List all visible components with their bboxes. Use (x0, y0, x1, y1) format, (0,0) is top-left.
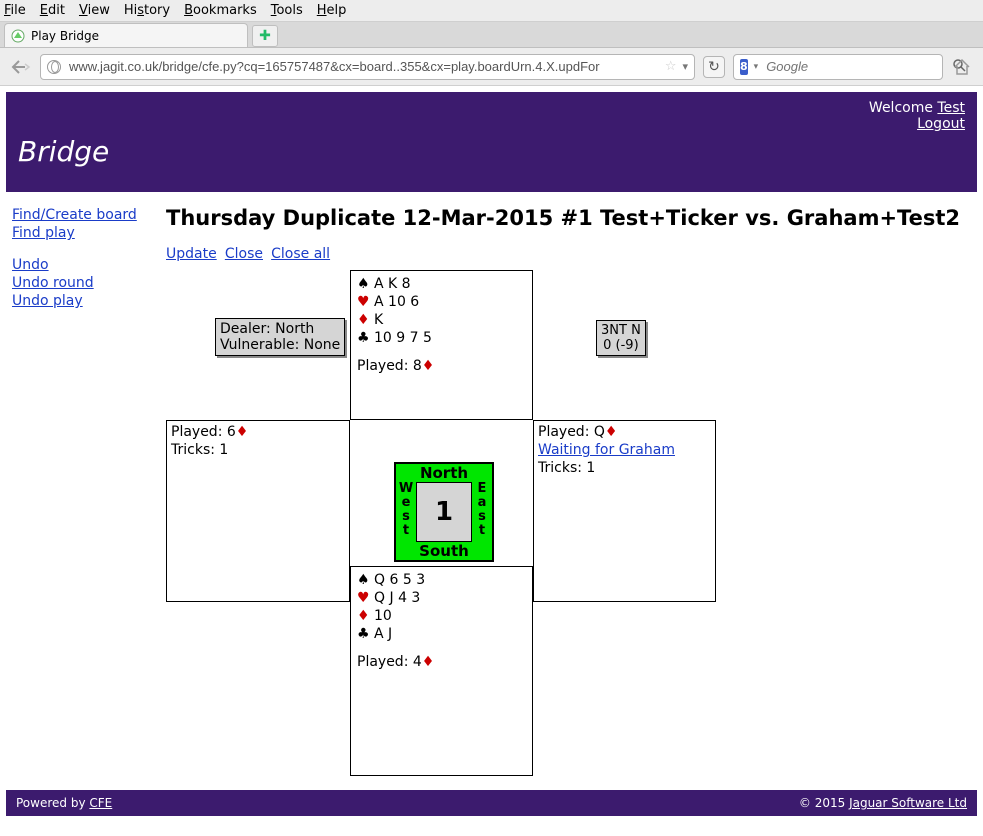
board-area: Dealer: North Vulnerable: None 3NT N 0 (… (166, 270, 946, 780)
action-update[interactable]: Update (166, 246, 217, 262)
tab-play-bridge[interactable]: Play Bridge (4, 23, 248, 47)
sidebar-undo-round[interactable]: Undo round (12, 274, 166, 292)
menu-history[interactable]: History (124, 3, 170, 18)
search-input[interactable] (764, 58, 946, 75)
menu-help[interactable]: Help (317, 3, 347, 18)
north-diamonds: ♦ K (357, 311, 526, 329)
page-footer: Powered by CFE © 2015 Jaguar Software Lt… (6, 790, 977, 816)
nav-toolbar: ☆ ▾ ↻ 8 ▾ (0, 48, 983, 86)
page-title: Thursday Duplicate 12-Mar-2015 #1 Test+T… (166, 206, 977, 230)
footer-right: © 2015 Jaguar Software Ltd (799, 796, 967, 810)
action-close-all[interactable]: Close all (271, 246, 330, 262)
search-engine-chevron-icon[interactable]: ▾ (754, 62, 759, 72)
footer-cfe-link[interactable]: CFE (89, 796, 112, 810)
menu-view[interactable]: View (79, 3, 110, 18)
compass: North South West East 1 (394, 462, 494, 562)
footer-left: Powered by CFE (16, 796, 112, 810)
dealer-vuln-box: Dealer: North Vulnerable: None (215, 318, 345, 356)
content-row: Find/Create board Find play Undo Undo ro… (6, 192, 977, 780)
contract-line1: 3NT N (601, 323, 641, 338)
browser-menubar: File Edit View History Bookmarks Tools H… (0, 0, 983, 22)
south-hearts: ♥ Q J 4 3 (357, 589, 526, 607)
brand-title: Bridge (18, 135, 109, 168)
east-played: Played: Q♦ (538, 423, 711, 441)
south-spades: ♠ Q 6 5 3 (357, 571, 526, 589)
url-bar[interactable]: ☆ ▾ (40, 54, 695, 80)
contract-line2: 0 (-9) (601, 338, 641, 353)
menu-file[interactable]: File (4, 3, 26, 18)
compass-west: West (398, 482, 414, 542)
action-links: Update Close Close all (166, 246, 977, 262)
south-clubs: ♣ A J (357, 625, 526, 643)
sidebar-undo[interactable]: Undo (12, 256, 166, 274)
welcome-block: Welcome Test Logout (869, 100, 965, 132)
south-diamonds: ♦ 10 (357, 607, 526, 625)
hand-north: ♠ A K 8 ♥ A 10 6 ♦ K ♣ 10 9 7 5 Played: … (350, 270, 533, 420)
north-spades: ♠ A K 8 (357, 275, 526, 293)
sidebar-find-create-board[interactable]: Find/Create board (12, 206, 166, 224)
tab-strip: Play Bridge ✚ (0, 22, 983, 48)
hand-west: Played: 6♦ Tricks: 1 (166, 420, 350, 602)
compass-north: North (396, 464, 492, 482)
sidebar-undo-play[interactable]: Undo play (12, 292, 166, 310)
new-tab-button[interactable]: ✚ (252, 25, 278, 47)
logout-link[interactable]: Logout (917, 116, 965, 132)
action-close[interactable]: Close (225, 246, 263, 262)
footer-company-link[interactable]: Jaguar Software Ltd (849, 796, 967, 810)
menu-tools[interactable]: Tools (271, 3, 303, 18)
sidebar: Find/Create board Find play Undo Undo ro… (6, 206, 166, 780)
home-button[interactable] (951, 56, 973, 78)
west-played: Played: 6♦ (171, 423, 345, 441)
east-tricks: Tricks: 1 (538, 459, 711, 477)
west-tricks: Tricks: 1 (171, 441, 345, 459)
hand-east: Played: Q♦ Waiting for Graham Tricks: 1 (533, 420, 716, 602)
reload-button[interactable]: ↻ (703, 56, 725, 78)
menu-edit[interactable]: Edit (40, 3, 65, 18)
menu-bookmarks[interactable]: Bookmarks (184, 3, 257, 18)
page-header: Bridge Welcome Test Logout (6, 92, 977, 192)
compass-south: South (396, 542, 492, 560)
dealer-text: Dealer: North (220, 321, 340, 337)
search-box[interactable]: 8 ▾ (733, 54, 943, 80)
vuln-text: Vulnerable: None (220, 337, 340, 353)
compass-board-number: 1 (416, 482, 472, 542)
user-link[interactable]: Test (937, 100, 965, 116)
north-hearts: ♥ A 10 6 (357, 293, 526, 311)
bookmark-star-icon[interactable]: ☆ (665, 59, 677, 74)
url-dropdown-icon[interactable]: ▾ (682, 60, 688, 73)
north-clubs: ♣ 10 9 7 5 (357, 329, 526, 347)
main-area: Thursday Duplicate 12-Mar-2015 #1 Test+T… (166, 206, 977, 780)
south-played: Played: 4♦ (357, 653, 526, 671)
welcome-text: Welcome (869, 100, 938, 116)
tab-title: Play Bridge (31, 29, 99, 43)
east-waiting-link[interactable]: Waiting for Graham (538, 442, 675, 458)
back-button[interactable] (10, 56, 32, 78)
contract-box: 3NT N 0 (-9) (596, 320, 646, 356)
hand-south: ♠ Q 6 5 3 ♥ Q J 4 3 ♦ 10 ♣ A J Played: 4… (350, 566, 533, 776)
page-viewport: Bridge Welcome Test Logout Find/Create b… (0, 86, 983, 816)
tab-favicon (11, 29, 25, 43)
north-played: Played: 8♦ (357, 357, 526, 375)
globe-icon (47, 60, 61, 74)
url-input[interactable] (67, 58, 659, 75)
search-engine-icon[interactable]: 8 (740, 59, 748, 75)
compass-east: East (474, 482, 490, 542)
sidebar-find-play[interactable]: Find play (12, 224, 166, 242)
